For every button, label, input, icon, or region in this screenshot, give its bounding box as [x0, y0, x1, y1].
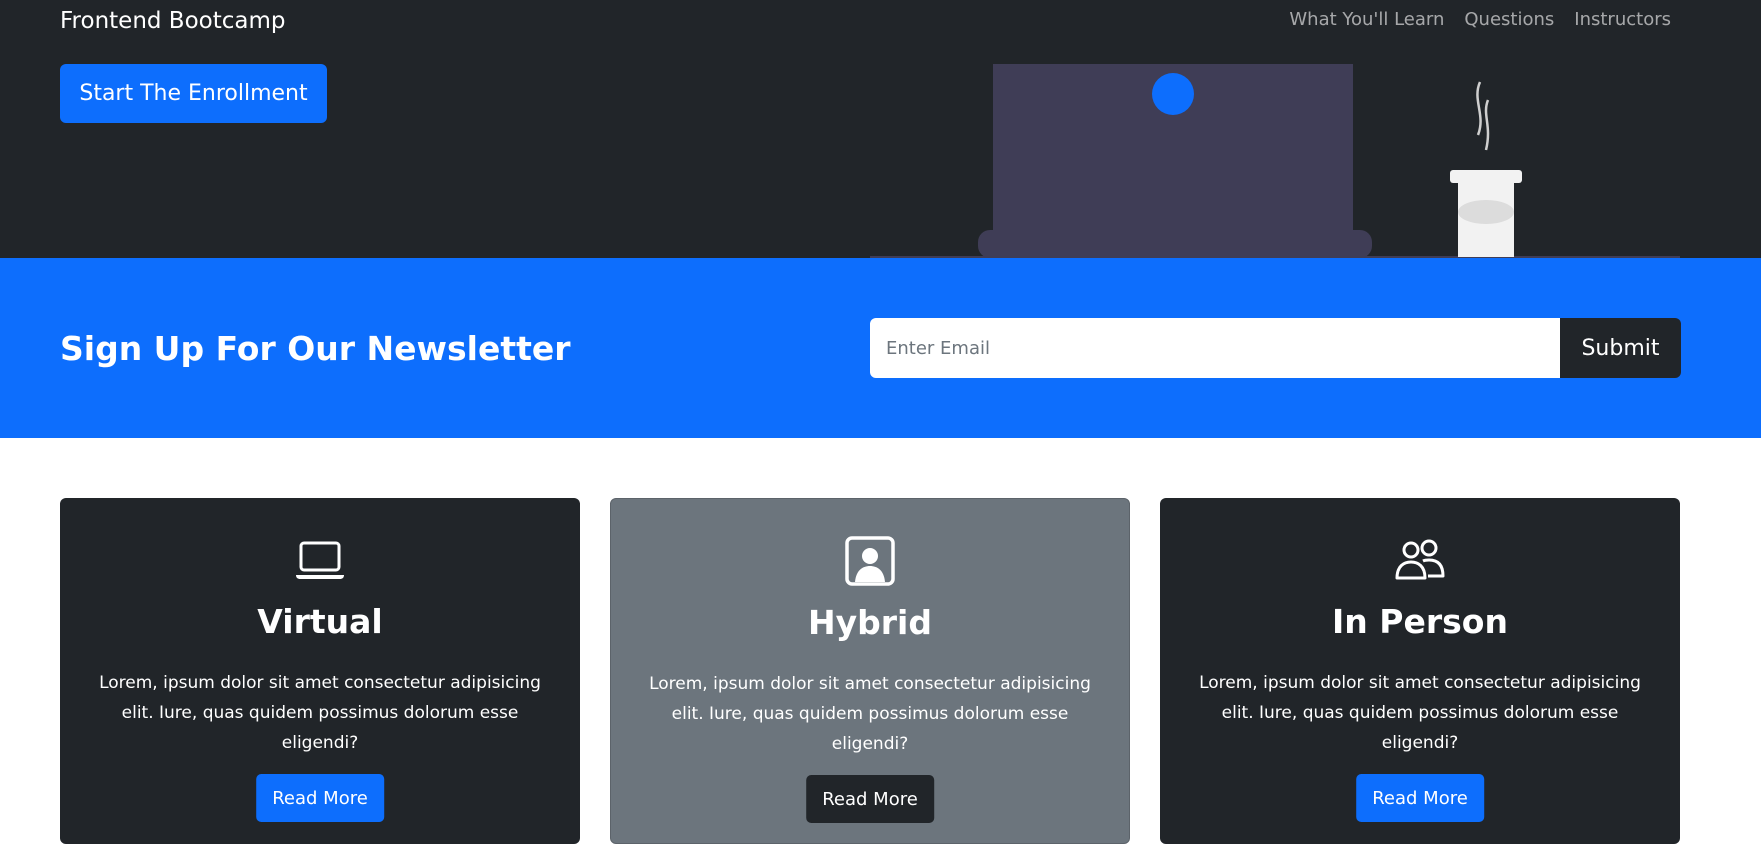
newsletter-title: Sign Up For Our Newsletter	[60, 329, 571, 368]
read-more-button[interactable]: Read More	[1356, 774, 1484, 822]
newsletter-form: Submit	[870, 318, 1681, 378]
card-virtual: Virtual Lorem, ipsum dolor sit amet cons…	[60, 498, 580, 844]
card-hybrid: Hybrid Lorem, ipsum dolor sit amet conse…	[610, 498, 1130, 844]
card-text: Lorem, ipsum dolor sit amet consectetur …	[1199, 673, 1641, 753]
steam-line-2	[1484, 99, 1490, 151]
laptop-base	[978, 230, 1372, 258]
card-title: In Person	[1332, 602, 1508, 641]
laptop-logo	[1152, 73, 1194, 115]
card-text: Lorem, ipsum dolor sit amet consectetur …	[649, 674, 1091, 754]
read-more-button[interactable]: Read More	[256, 774, 384, 822]
card-in-person: In Person Lorem, ipsum dolor sit amet co…	[1160, 498, 1680, 844]
people-icon	[1395, 539, 1445, 580]
nav-link-questions[interactable]: Questions	[1464, 7, 1554, 33]
newsletter-section: Sign Up For Our Newsletter Submit	[0, 258, 1761, 438]
cup-lid	[1450, 170, 1522, 183]
card-title: Virtual	[257, 602, 383, 641]
course-options-section: Virtual Lorem, ipsum dolor sit amet cons…	[60, 498, 1680, 844]
hero-section: Frontend Bootcamp What You'll Learn Ques…	[0, 0, 1761, 258]
navbar-brand[interactable]: Frontend Bootcamp	[60, 6, 286, 36]
laptop-icon	[296, 541, 344, 579]
hero-laptop-coffee-illustration	[870, 64, 1680, 258]
email-input[interactable]	[870, 318, 1560, 378]
nav-link-what-youll-learn[interactable]: What You'll Learn	[1289, 7, 1444, 33]
card-title: Hybrid	[808, 603, 932, 642]
read-more-button[interactable]: Read More	[806, 775, 934, 823]
submit-button[interactable]: Submit	[1560, 318, 1681, 378]
nav-link-instructors[interactable]: Instructors	[1574, 7, 1671, 33]
person-square-icon	[845, 536, 895, 586]
start-enrollment-button[interactable]: Start The Enrollment	[60, 64, 327, 123]
navbar-links: What You'll Learn Questions Instructors	[1289, 7, 1671, 33]
steam-line-1	[1476, 81, 1482, 136]
card-text: Lorem, ipsum dolor sit amet consectetur …	[99, 673, 541, 753]
cup-sleeve	[1458, 200, 1514, 224]
